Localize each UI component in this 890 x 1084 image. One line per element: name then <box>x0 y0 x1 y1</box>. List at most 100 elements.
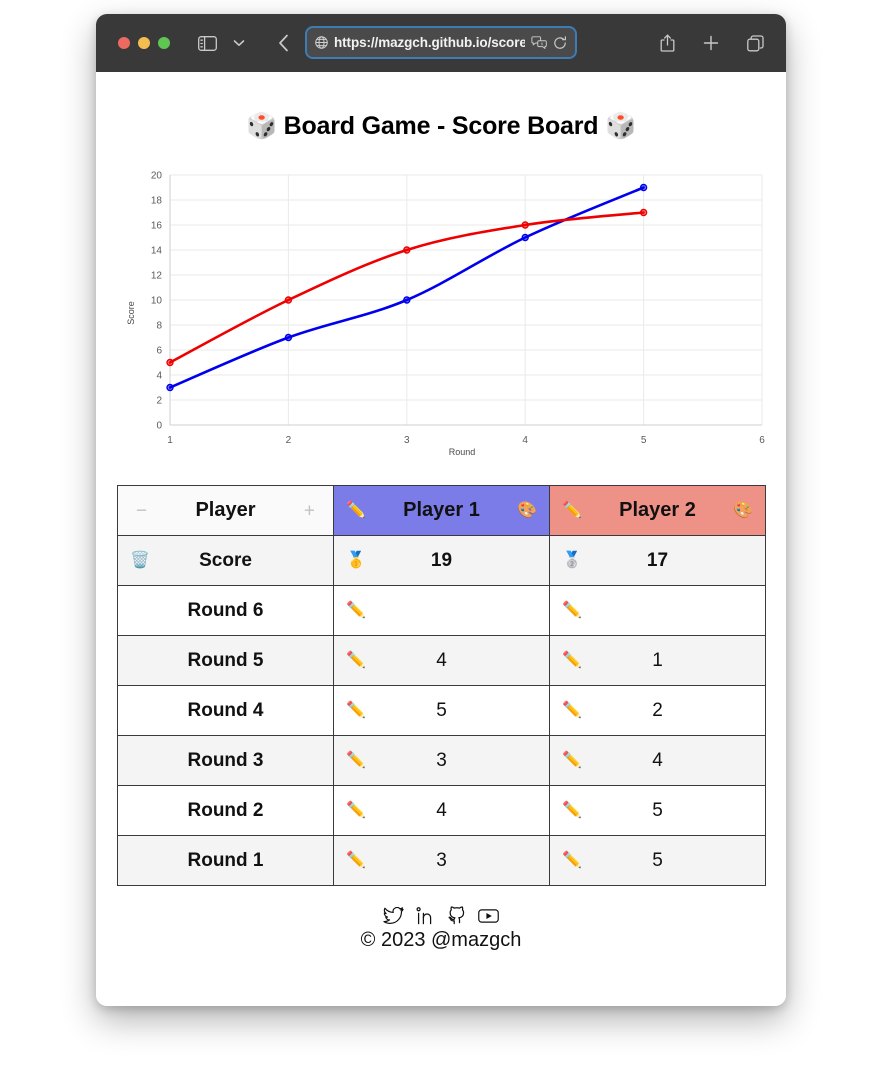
player-2-round-cell[interactable]: ✏️ 2 <box>549 685 766 736</box>
page-footer: © 2023 @mazgch <box>96 906 786 952</box>
window-controls <box>118 37 170 49</box>
player-1-round-cell[interactable]: ✏️ 4 <box>333 785 550 836</box>
pencil-icon[interactable]: ✏️ <box>562 652 582 669</box>
maximize-window-button[interactable] <box>158 37 170 49</box>
new-tab-icon[interactable] <box>696 28 726 58</box>
score-table-wrapper: − Player + ✏️ Player 1 🎨 ✏️ Player 2 🎨 🗑… <box>117 485 766 886</box>
pencil-icon[interactable]: ✏️ <box>346 852 366 869</box>
github-icon[interactable] <box>447 906 466 925</box>
site-globe-icon <box>315 36 328 49</box>
pencil-icon[interactable]: ✏️ <box>562 752 582 769</box>
pencil-icon[interactable]: ✏️ <box>346 652 366 669</box>
url-text: https://mazgch.github.io/score/ <box>334 35 525 50</box>
round-label: Round 4 <box>187 699 264 721</box>
chart-point <box>521 233 529 242</box>
remove-player-icon[interactable]: − <box>136 501 147 520</box>
player-1-edit-icon[interactable]: ✏️ <box>346 502 366 519</box>
player-2-round-cell[interactable]: ✏️ <box>549 585 766 636</box>
player-2-edit-icon[interactable]: ✏️ <box>562 502 582 519</box>
translate-icon[interactable]: X <box>531 36 547 49</box>
pencil-icon[interactable]: ✏️ <box>346 702 366 719</box>
share-icon[interactable] <box>652 28 682 58</box>
player-1-round-cell[interactable]: ✏️ 3 <box>333 735 550 786</box>
table-row: Round 6 ✏️ ✏️ <box>117 585 766 636</box>
round-label-cell: Round 4 <box>117 685 334 736</box>
svg-text:16: 16 <box>151 221 163 232</box>
player-2-name: Player 2 <box>619 499 696 521</box>
pencil-icon[interactable]: ✏️ <box>346 602 366 619</box>
round-score-value: 2 <box>652 699 663 721</box>
player-2-round-cell[interactable]: ✏️ 4 <box>549 735 766 786</box>
pencil-icon[interactable]: ✏️ <box>562 802 582 819</box>
player-1-round-cell[interactable]: ✏️ <box>333 585 550 636</box>
player-2-round-cell[interactable]: ✏️ 1 <box>549 635 766 686</box>
player-2-palette-icon[interactable]: 🎨 <box>733 502 753 519</box>
round-score-value: 3 <box>436 749 447 771</box>
player-1-score-cell: 🥇 19 <box>333 535 550 586</box>
pencil-icon[interactable]: ✏️ <box>562 602 582 619</box>
round-label: Round 3 <box>187 749 264 771</box>
player-2-round-cell[interactable]: ✏️ 5 <box>549 785 766 836</box>
close-window-button[interactable] <box>118 37 130 49</box>
pencil-icon[interactable]: ✏️ <box>562 852 582 869</box>
chart-point <box>639 208 648 217</box>
player-1-palette-icon[interactable]: 🎨 <box>517 502 537 519</box>
address-bar[interactable]: https://mazgch.github.io/score/ X <box>305 26 577 59</box>
table-row: Round 2 ✏️ 4 ✏️ 5 <box>117 785 766 836</box>
browser-toolbar: https://mazgch.github.io/score/ X <box>96 14 786 72</box>
svg-text:6: 6 <box>759 435 765 446</box>
player-1-round-cell[interactable]: ✏️ 4 <box>333 635 550 686</box>
svg-text:14: 14 <box>151 246 163 257</box>
round-label-cell: Round 2 <box>117 785 334 836</box>
add-player-icon[interactable]: + <box>304 501 315 520</box>
sidebar-icon[interactable] <box>192 28 222 58</box>
round-label: Round 5 <box>187 649 264 671</box>
table-header-row: − Player + ✏️ Player 1 🎨 ✏️ Player 2 🎨 <box>117 485 766 536</box>
score-chart-svg: 024681012141618201 2 3 4 5 6 Score Round <box>126 171 765 458</box>
player-1-round-cell[interactable]: ✏️ 3 <box>333 835 550 886</box>
player-2-round-cell[interactable]: ✏️ 5 <box>549 835 766 886</box>
chart-point <box>284 296 293 304</box>
copyright-text: © 2023 @mazgch <box>360 929 522 951</box>
round-score-value: 4 <box>652 749 663 771</box>
pencil-icon[interactable]: ✏️ <box>346 802 366 819</box>
youtube-icon[interactable] <box>478 908 499 924</box>
svg-text:18: 18 <box>151 196 163 207</box>
player-1-medal-icon: 🥇 <box>346 551 366 569</box>
player-2-header[interactable]: ✏️ Player 2 🎨 <box>549 485 766 536</box>
round-label: Round 6 <box>187 599 264 621</box>
toolbar-right-group <box>652 14 770 72</box>
linkedin-icon[interactable] <box>416 906 435 925</box>
reload-icon[interactable] <box>553 35 567 50</box>
player-header-label: Player <box>195 499 256 521</box>
player-2-total-score: 17 <box>646 549 669 571</box>
social-links <box>96 906 786 925</box>
round-score-value: 5 <box>652 849 663 871</box>
pencil-icon[interactable]: ✏️ <box>562 702 582 719</box>
svg-text:4: 4 <box>156 371 162 382</box>
chevron-down-icon[interactable] <box>224 28 254 58</box>
player-1-header[interactable]: ✏️ Player 1 🎨 <box>333 485 550 536</box>
chart-tick-labels: 024681012141618201 2 3 4 5 6 <box>151 171 765 447</box>
svg-text:2: 2 <box>286 435 292 446</box>
pencil-icon[interactable]: ✏️ <box>346 752 366 769</box>
show-tabs-icon[interactable] <box>740 28 770 58</box>
round-label-cell: Round 6 <box>117 585 334 636</box>
score-row: 🗑️ Score 🥇 19 🥈 17 <box>117 535 766 586</box>
browser-window: https://mazgch.github.io/score/ X 🎲 Boar… <box>96 14 786 1006</box>
player-1-total-score: 19 <box>430 549 453 571</box>
player-1-round-cell[interactable]: ✏️ 5 <box>333 685 550 736</box>
player-1-name: Player 1 <box>403 499 480 521</box>
chart-point <box>403 246 411 254</box>
svg-text:10: 10 <box>151 296 163 307</box>
chart-point <box>521 221 529 229</box>
back-icon[interactable] <box>268 28 298 58</box>
trash-icon[interactable]: 🗑️ <box>130 552 150 569</box>
player-column-header: − Player + <box>117 485 334 536</box>
score-chart: 0 2 4 6 8 10 12 14 16 18 20 1 2 3 4 5 6 Score Round <box>96 163 786 463</box>
svg-text:4: 4 <box>522 435 528 446</box>
svg-text:12: 12 <box>151 271 163 282</box>
svg-text:0: 0 <box>156 421 162 432</box>
twitter-icon[interactable] <box>383 906 404 925</box>
minimize-window-button[interactable] <box>138 37 150 49</box>
